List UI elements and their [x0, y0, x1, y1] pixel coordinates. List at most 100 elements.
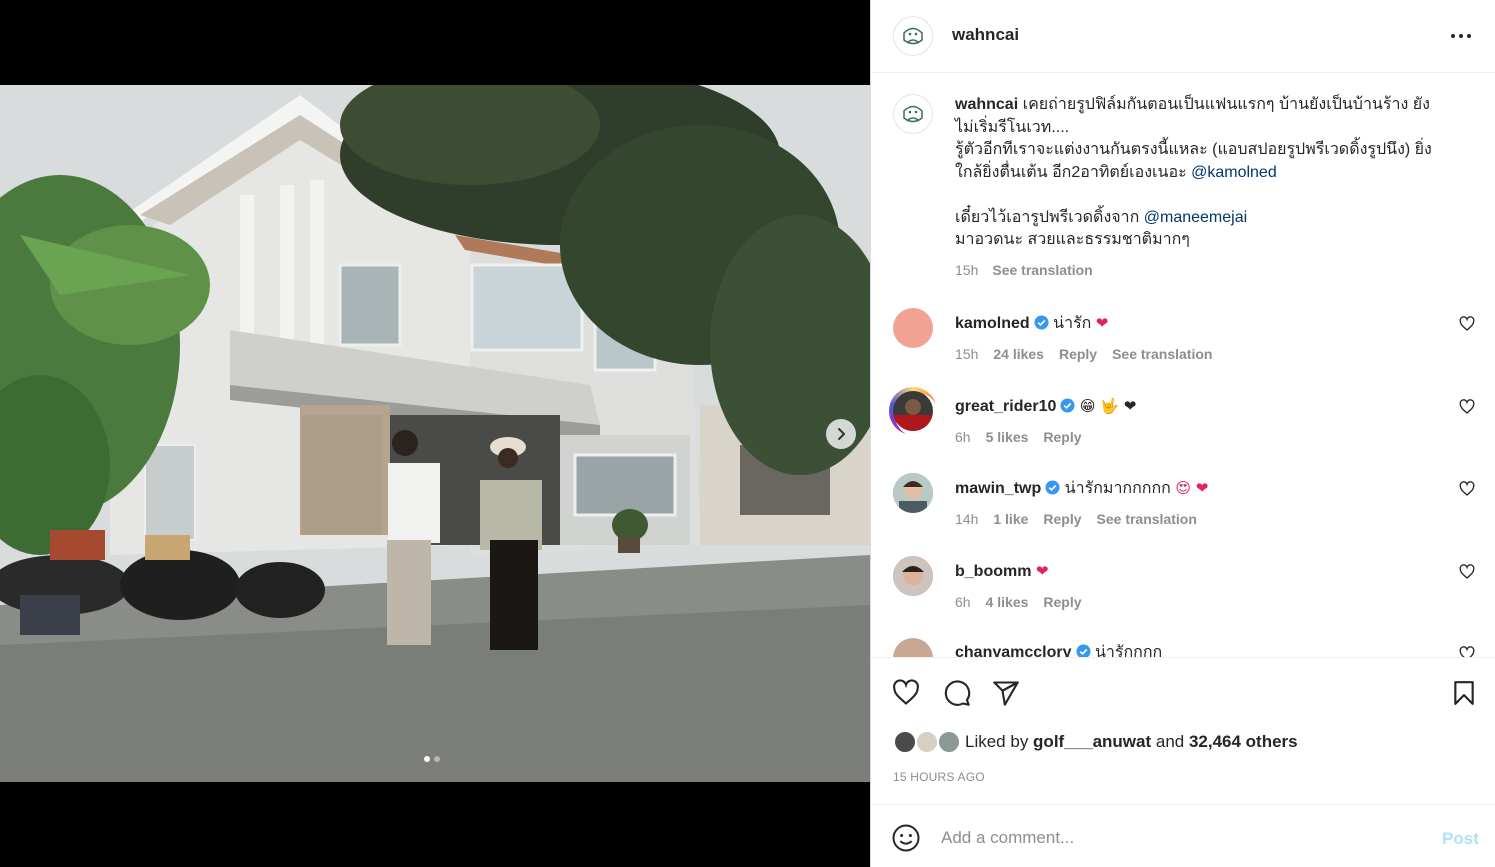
comment-item: chanyamcclory น่ารักกกก — [893, 638, 1483, 657]
comment-time[interactable]: 14h — [955, 511, 978, 527]
carousel-dot-1 — [424, 756, 430, 762]
comment-username[interactable]: chanyamcclory — [955, 644, 1072, 657]
author-avatar[interactable] — [893, 16, 933, 56]
comment-time[interactable]: 6h — [955, 594, 971, 610]
comment-reply-button[interactable]: Reply — [1043, 511, 1081, 527]
save-button[interactable] — [1449, 678, 1479, 708]
caption-mention-kamolned[interactable]: @kamolned — [1191, 164, 1277, 181]
commenter-avatar[interactable] — [893, 638, 933, 657]
more-options-button[interactable] — [1449, 24, 1473, 48]
comment-item: great_rider10 😁 🤟 ❤ 6h 5 likes Reply — [889, 387, 1483, 451]
post-comment-button[interactable]: Post — [1442, 829, 1479, 849]
comment-likes[interactable]: 5 likes — [986, 429, 1029, 445]
post-actions: Liked by golf___anuwat and 32,464 others… — [871, 657, 1495, 804]
comment-like-heart-icon[interactable] — [1459, 316, 1475, 332]
smile-icon[interactable] — [891, 823, 921, 853]
comment-username[interactable]: mawin_twp — [955, 480, 1041, 497]
caption-see-translation[interactable]: See translation — [992, 259, 1092, 282]
caption-line-5: เดี๋ยวไว้เอารูปพรีเวดดิ้งจาก — [955, 208, 1144, 226]
commenter-avatar[interactable] — [893, 473, 933, 513]
caption-text: wahncai เคยถ่ายรูปฟิล์มกันตอนเป็นแฟนแรกๆ… — [955, 94, 1475, 281]
post-photo[interactable] — [0, 85, 870, 782]
comments-list[interactable]: wahncai เคยถ่ายรูปฟิล์มกันตอนเป็นแฟนแรกๆ… — [871, 74, 1495, 657]
liked-by-user[interactable]: golf___anuwat — [1033, 732, 1151, 751]
caption-meta: 15h See translation — [955, 259, 1475, 282]
media-area — [0, 0, 870, 867]
liker-avatar[interactable] — [915, 730, 939, 754]
carousel-dot-2 — [434, 756, 440, 762]
commenter-avatar[interactable] — [893, 308, 933, 348]
comment-see-translation[interactable]: See translation — [1112, 346, 1212, 362]
chevron-right-icon — [838, 428, 845, 440]
likes-prefix: Liked by — [965, 732, 1034, 751]
caption-time[interactable]: 15h — [955, 259, 978, 282]
likes-summary: Liked by golf___anuwat and 32,464 others — [893, 730, 1298, 754]
comment-item: mawin_twp น่ารักมากกกกก 😍 ❤ 14h 1 like R… — [893, 473, 1483, 533]
comment-time[interactable]: 15h — [955, 346, 978, 362]
verified-icon — [1045, 480, 1060, 495]
comment-reply-button[interactable]: Reply — [1043, 429, 1081, 445]
likes-and: and — [1151, 732, 1189, 751]
share-icon — [993, 681, 1019, 706]
comment-like-heart-icon[interactable] — [1459, 399, 1475, 415]
verified-icon — [1060, 398, 1075, 413]
share-button[interactable] — [991, 678, 1021, 708]
caption-line-1: เคยถ่ายรูปฟิล์มกันตอนเป็นแฟนแรกๆ บ้านยัง… — [1022, 96, 1430, 113]
caption-line-6: มาอวดนะ สวยและธรรมชาติมากๆ — [955, 231, 1190, 248]
comment-reply-button[interactable]: Reply — [1059, 346, 1097, 362]
comment-input[interactable] — [941, 825, 1421, 851]
comment-username[interactable]: b_boomm — [955, 563, 1031, 580]
comment-text: kamolned น่ารัก ❤ — [955, 312, 1108, 335]
comment-item: kamolned น่ารัก ❤ 15h 24 likes Reply See… — [893, 308, 1483, 368]
commenter-avatar[interactable] — [893, 556, 933, 596]
liked-others[interactable]: 32,464 others — [1189, 732, 1298, 751]
carousel-indicator — [424, 756, 440, 762]
comment-text: b_boomm ❤ — [955, 560, 1048, 583]
comment-username[interactable]: kamolned — [955, 315, 1030, 332]
post-viewer: wahncai wahncai เคยถ่ายรูปฟิล์มกันตอนเป็… — [0, 0, 1495, 867]
caption-line-3: รู้ตัวอีกทีเราจะแต่งงานกันตรงนี้แหละ (แอ… — [955, 141, 1432, 158]
next-photo-button[interactable] — [826, 419, 856, 449]
verified-icon — [1034, 315, 1049, 330]
caption-line-2: ไม่เริ่มรีโนเวท.... — [955, 118, 1070, 136]
comment-body: น่ารักกกก — [1094, 644, 1163, 657]
post-time-ago[interactable]: 15 HOURS AGO — [893, 770, 985, 784]
comment-meta: 6h 4 likes Reply — [955, 594, 1082, 610]
commenter-avatar[interactable] — [893, 391, 933, 431]
post-header: wahncai — [871, 0, 1495, 73]
liker-avatars — [893, 730, 963, 754]
verified-icon — [1075, 644, 1091, 657]
like-button[interactable] — [891, 678, 921, 708]
comment-item: b_boomm ❤ 6h 4 likes Reply — [893, 556, 1483, 616]
comment-like-heart-icon[interactable] — [1459, 564, 1475, 580]
comment-body: น่ารักมากกกกก — [1064, 480, 1171, 497]
liker-avatar[interactable] — [937, 730, 961, 754]
post-side-panel: wahncai wahncai เคยถ่ายรูปฟิล์มกันตอนเป็… — [870, 0, 1495, 867]
comment-likes[interactable]: 1 like — [993, 511, 1028, 527]
comment-likes[interactable]: 24 likes — [993, 346, 1044, 362]
comment-like-heart-icon[interactable] — [1459, 646, 1475, 657]
comment-username[interactable]: great_rider10 — [955, 398, 1056, 415]
comment-likes[interactable]: 4 likes — [986, 594, 1029, 610]
comment-meta: 14h 1 like Reply See translation — [955, 511, 1197, 527]
comment-time[interactable]: 6h — [955, 429, 971, 445]
liker-avatar[interactable] — [893, 730, 917, 754]
comment-emojis: 😍 ❤ — [1175, 479, 1209, 497]
comment-see-translation[interactable]: See translation — [1097, 511, 1197, 527]
caption-avatar[interactable] — [893, 94, 933, 134]
heart-icon — [893, 679, 919, 705]
comment-icon — [944, 680, 971, 706]
comment-body: น่ารัก — [1053, 315, 1092, 332]
comment-emojis: 😁 🤟 ❤ — [1079, 397, 1137, 415]
comment-reply-button[interactable]: Reply — [1043, 594, 1081, 610]
comment-emojis: ❤ — [1035, 562, 1049, 580]
comment-text: great_rider10 😁 🤟 ❤ — [955, 395, 1136, 418]
comment-emojis: ❤ — [1095, 314, 1109, 332]
caption-mention-maneemejai[interactable]: @maneemejai — [1144, 209, 1247, 226]
comment-meta: 15h 24 likes Reply See translation — [955, 346, 1212, 362]
bookmark-icon — [1454, 681, 1474, 705]
comment-like-heart-icon[interactable] — [1459, 481, 1475, 497]
author-username[interactable]: wahncai — [952, 25, 1019, 45]
caption-username[interactable]: wahncai — [955, 96, 1018, 113]
comment-button[interactable] — [942, 678, 972, 708]
